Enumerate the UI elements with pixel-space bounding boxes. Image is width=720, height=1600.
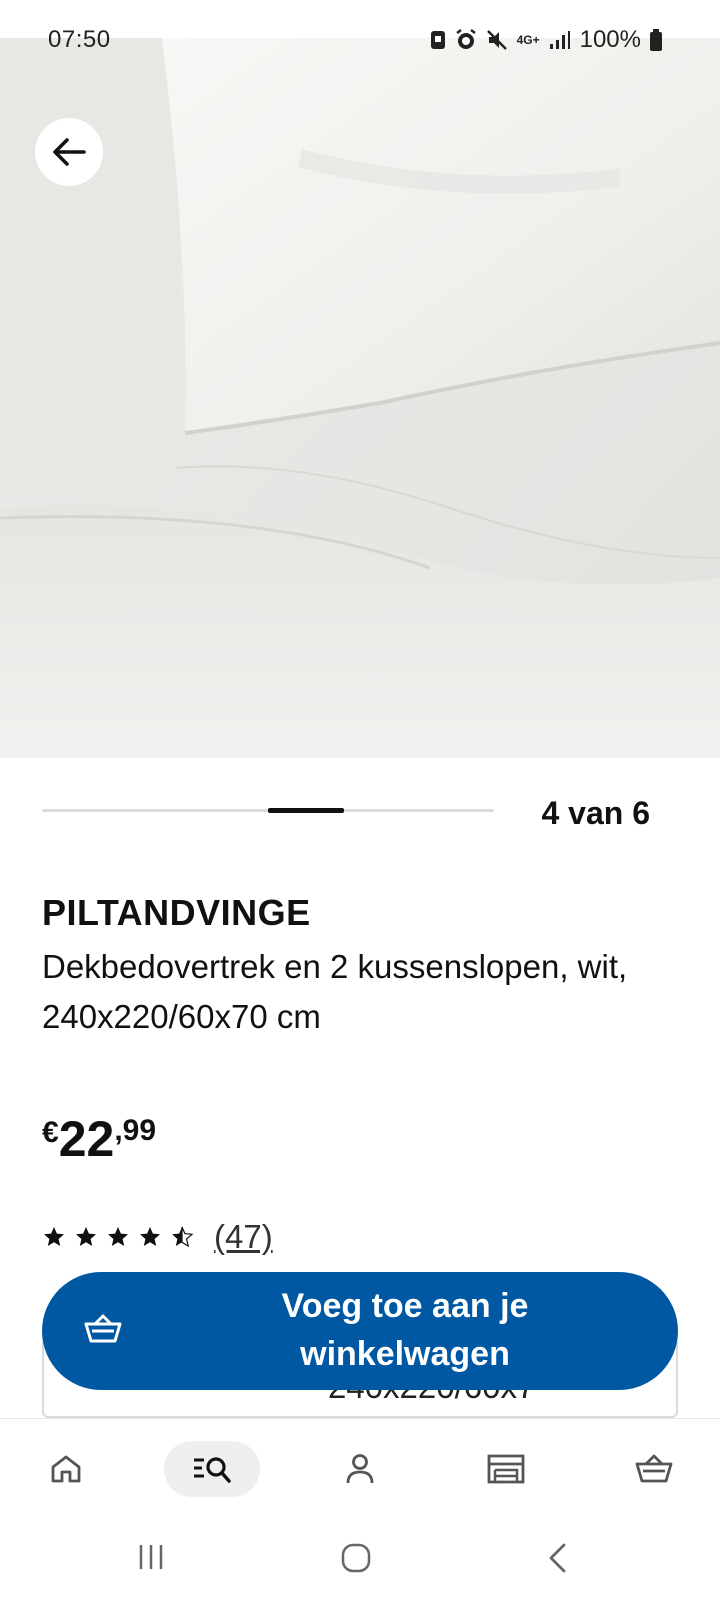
network-type: 4G+ bbox=[516, 33, 540, 47]
signal-icon bbox=[549, 31, 570, 49]
status-bar: 07:50 4G+ 100% bbox=[0, 0, 720, 53]
mute-icon bbox=[486, 30, 507, 50]
arrow-left-icon bbox=[53, 138, 86, 166]
home-circle-icon bbox=[341, 1543, 371, 1573]
star-full-icon bbox=[140, 1227, 160, 1246]
product-rating[interactable]: (47) bbox=[42, 1218, 273, 1256]
price-decimal: ,99 bbox=[114, 1114, 157, 1147]
app-notification-icon bbox=[430, 31, 445, 49]
recent-apps-icon bbox=[139, 1545, 163, 1569]
home-system-button[interactable] bbox=[340, 1542, 372, 1574]
price-currency: € bbox=[42, 1116, 59, 1149]
gallery-progress-thumb bbox=[268, 808, 344, 813]
alarm-icon bbox=[455, 29, 476, 49]
nav-home[interactable] bbox=[18, 1441, 114, 1497]
store-icon bbox=[487, 1454, 525, 1484]
battery-icon bbox=[650, 29, 662, 51]
back-button[interactable] bbox=[35, 118, 103, 186]
star-full-icon bbox=[44, 1227, 64, 1246]
back-system-button[interactable] bbox=[546, 1542, 568, 1574]
cart-icon bbox=[635, 1454, 673, 1483]
product-name: PILTANDVINGE bbox=[42, 892, 311, 933]
profile-icon bbox=[346, 1454, 374, 1484]
nav-browse[interactable] bbox=[164, 1441, 260, 1497]
nav-cart[interactable] bbox=[606, 1441, 702, 1497]
star-half-icon bbox=[172, 1226, 194, 1248]
recent-apps-button[interactable] bbox=[136, 1542, 166, 1572]
product-image[interactable] bbox=[0, 38, 720, 758]
price-integer: 22 bbox=[58, 1111, 115, 1167]
product-description: Dekbedovertrek en 2 kussenslopen, wit, 2… bbox=[42, 948, 628, 1035]
star-full-icon bbox=[76, 1227, 96, 1246]
chevron-left-icon bbox=[549, 1543, 566, 1573]
bottom-navigation bbox=[0, 1418, 720, 1520]
product-price: €22,99 bbox=[42, 1110, 156, 1168]
home-icon bbox=[51, 1455, 81, 1483]
status-icons: 4G+ 100% bbox=[430, 26, 662, 54]
review-count-link[interactable]: (47) bbox=[214, 1218, 273, 1256]
status-time: 07:50 bbox=[48, 26, 111, 53]
gallery-counter: 4 van 6 bbox=[541, 795, 650, 831]
product-photo bbox=[0, 38, 720, 758]
star-full-icon bbox=[108, 1227, 128, 1246]
browse-search-icon bbox=[194, 1457, 231, 1483]
add-to-cart-button[interactable]: Voeg toe aan je winkelwagen bbox=[42, 1272, 678, 1390]
nav-profile[interactable] bbox=[312, 1441, 408, 1497]
battery-level: 100% bbox=[579, 26, 641, 53]
rating-stars bbox=[42, 1225, 194, 1249]
nav-stores[interactable] bbox=[458, 1441, 554, 1497]
image-gallery-indicator: 4 van 6 bbox=[42, 795, 678, 831]
add-to-cart-label: Voeg toe aan je winkelwagen bbox=[281, 1287, 529, 1373]
cart-icon bbox=[84, 1314, 122, 1343]
system-navigation-bar bbox=[0, 1520, 720, 1600]
